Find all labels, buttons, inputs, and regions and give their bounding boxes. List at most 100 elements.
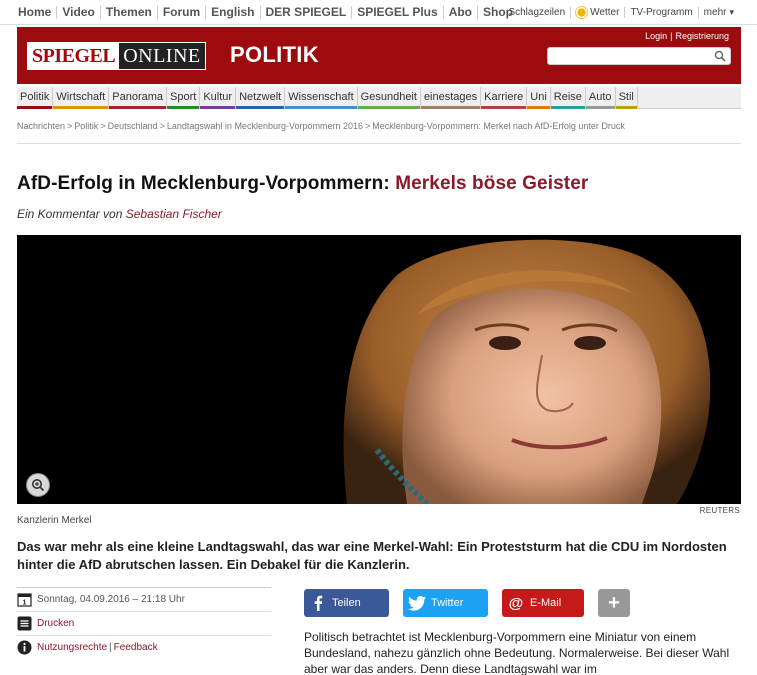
zoom-icon — [32, 479, 45, 492]
email-share-button[interactable]: @ E-Mail — [502, 589, 584, 617]
top-nav-links: Home Video Themen Forum English DER SPIE… — [0, 5, 518, 19]
feedback-link[interactable]: Feedback — [114, 642, 158, 653]
channel-label: Auto — [588, 91, 612, 103]
channel-stil[interactable]: Stil — [615, 87, 638, 109]
info-icon — [17, 640, 32, 655]
breadcrumb-item[interactable]: Politik — [74, 121, 98, 131]
nav-english[interactable]: English — [206, 5, 261, 19]
breadcrumb-separator: > — [365, 121, 371, 131]
breadcrumb: Nachrichten > Politik > Deutschland > Landtags… — [17, 121, 625, 131]
channel-gesundheit[interactable]: Gesundheit — [357, 87, 421, 109]
channel-color-bar — [615, 106, 637, 109]
channel-auto[interactable]: Auto — [585, 87, 616, 109]
publish-date: Sonntag, 04.09.2016 – 21:18 Uhr — [37, 594, 185, 605]
breadcrumb-item[interactable]: Landtagswahl in Mecklenburg-Vorpommern 2… — [167, 121, 363, 131]
more-share-button[interactable]: + — [598, 589, 630, 617]
article-photo[interactable] — [17, 235, 741, 504]
nav-home[interactable]: Home — [18, 5, 58, 19]
register-link[interactable]: Registrierung — [675, 31, 729, 41]
channel-color-bar — [585, 106, 615, 109]
channel-wissenschaft[interactable]: Wissenschaft — [285, 87, 358, 109]
spiegel-online-logo[interactable]: SPIEGEL ONLINE — [27, 42, 206, 70]
channel-label: Wirtschaft — [56, 91, 106, 103]
logo-spiegel: SPIEGEL — [28, 43, 120, 69]
facebook-share-button[interactable]: Teilen — [304, 589, 389, 617]
wetter-label: Wetter — [590, 7, 620, 18]
photo-caption: Kanzlerin Merkel — [17, 515, 92, 526]
tv-label: TV-Programm — [630, 7, 693, 18]
channel-uni[interactable]: Uni — [527, 87, 551, 109]
print-icon — [17, 616, 32, 631]
meta-rights-row: Nutzungsrechte | Feedback — [17, 635, 271, 659]
breadcrumb-item[interactable]: Mecklenburg-Vorpommern: Merkel nach AfD-… — [372, 121, 625, 131]
at-icon: @ — [508, 594, 524, 612]
channel-color-bar — [53, 106, 109, 109]
facebook-icon — [304, 595, 332, 611]
nav-schlagzeilen[interactable]: Schlagzeilen — [503, 7, 572, 18]
section-title[interactable]: POLITIK — [230, 41, 319, 69]
nav-forum[interactable]: Forum — [158, 5, 207, 19]
author-link[interactable]: Sebastian Fischer — [126, 207, 222, 221]
meta-separator: | — [109, 642, 112, 653]
breadcrumb-separator: > — [159, 121, 165, 131]
nav-video[interactable]: Video — [57, 5, 101, 19]
rights-link[interactable]: Nutzungsrechte — [37, 642, 107, 653]
twitter-share-label: Twitter — [431, 597, 464, 609]
channel-color-bar — [527, 106, 550, 109]
headline-kicker: AfD-Erfolg in Mecklenburg-Vorpommern: — [17, 173, 390, 194]
account-links: Login | Registrierung — [645, 31, 729, 41]
nav-abo[interactable]: Abo — [444, 5, 479, 19]
channel-label: Reise — [553, 91, 582, 103]
svg-text:1: 1 — [23, 600, 27, 607]
facebook-share-label: Teilen — [332, 597, 361, 609]
plus-icon: + — [608, 591, 620, 614]
breadcrumb-item[interactable]: Nachrichten — [17, 121, 65, 131]
portrait-image — [17, 235, 741, 504]
twitter-share-button[interactable]: Twitter — [403, 589, 488, 617]
channel-color-bar — [550, 106, 585, 109]
channel-reise[interactable]: Reise — [550, 87, 586, 109]
breadcrumb-item[interactable]: Deutschland — [108, 121, 158, 131]
headline-title: Merkels böse Geister — [395, 173, 589, 194]
nav-themen[interactable]: Themen — [101, 5, 158, 19]
sun-icon — [577, 8, 586, 17]
channel-politik[interactable]: Politik — [17, 87, 54, 109]
search-input[interactable] — [548, 50, 708, 66]
share-buttons: Teilen Twitter @ E-Mail + — [304, 589, 644, 617]
nav-spiegel-plus[interactable]: SPIEGEL Plus — [352, 5, 444, 19]
channel-color-bar — [17, 106, 53, 109]
channel-karriere[interactable]: Karriere — [481, 87, 528, 109]
nav-wetter[interactable]: Wetter — [571, 7, 626, 18]
article-body: Politisch betrachtet ist Mecklenburg-Vor… — [304, 630, 730, 675]
channel-label: Netzwelt — [239, 91, 282, 103]
nav-mehr[interactable]: mehr ▾ — [699, 7, 739, 18]
nav-tv-programm[interactable]: TV-Programm — [625, 7, 699, 18]
channel-color-bar — [481, 106, 527, 109]
channel-label: Panorama — [112, 91, 164, 103]
channel-kultur[interactable]: Kultur — [200, 87, 237, 109]
chevron-down-icon: ▾ — [729, 7, 734, 17]
nav-der-spiegel[interactable]: DER SPIEGEL — [261, 5, 353, 19]
divider — [17, 143, 741, 144]
channel-netzwelt[interactable]: Netzwelt — [236, 87, 286, 109]
channel-einestages[interactable]: einestages — [420, 87, 482, 109]
article-intro: Das war mehr als eine kleine Landtagswah… — [17, 539, 727, 572]
login-link[interactable]: Login — [645, 31, 667, 41]
channel-navigation: Politik Wirtschaft Panorama Sport Kultur Netz… — [17, 87, 741, 109]
channel-label: Stil — [618, 91, 634, 103]
channel-label: Uni — [530, 91, 547, 103]
article-headline: AfD-Erfolg in Mecklenburg-Vorpommern: Me… — [17, 173, 588, 195]
top-navigation: Home Video Themen Forum English DER SPIE… — [0, 0, 757, 25]
channel-label: Karriere — [484, 91, 524, 103]
channel-label: einestages — [423, 91, 478, 103]
channel-panorama[interactable]: Panorama — [109, 87, 168, 109]
channel-sport[interactable]: Sport — [167, 87, 201, 109]
print-link[interactable]: Drucken — [37, 618, 74, 629]
zoom-button[interactable] — [26, 473, 50, 497]
channel-wirtschaft[interactable]: Wirtschaft — [53, 87, 110, 109]
email-share-label: E-Mail — [530, 597, 562, 609]
top-nav-utilities: Schlagzeilen Wetter TV-Programm mehr ▾ — [503, 0, 739, 25]
search-box — [547, 47, 731, 66]
article-meta: 1 Sonntag, 04.09.2016 – 21:18 Uhr Drucke… — [17, 587, 271, 659]
search-icon[interactable] — [714, 50, 726, 62]
